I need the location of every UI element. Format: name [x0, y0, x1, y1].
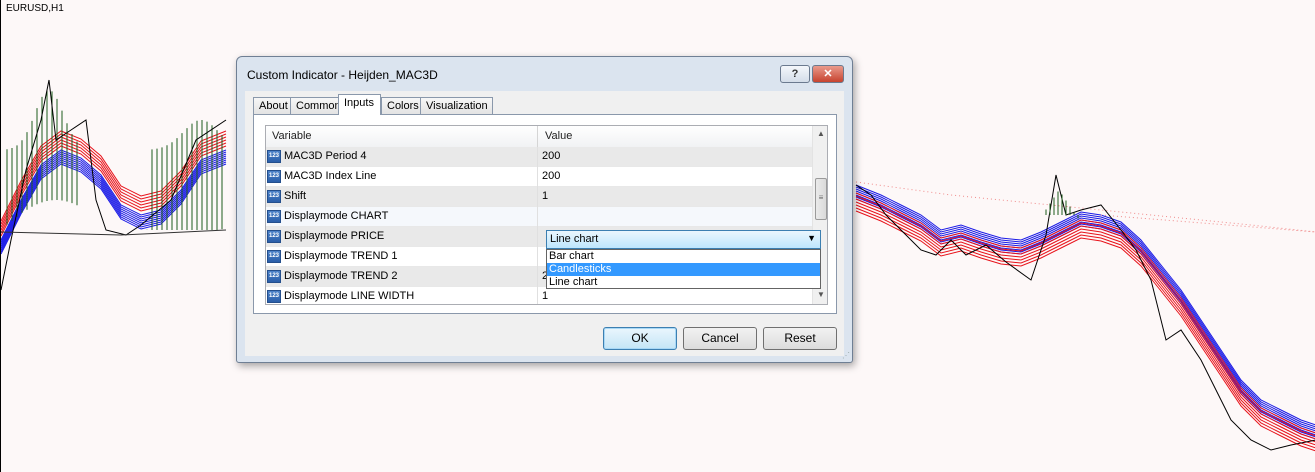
grid-header: Variable Value [266, 126, 812, 148]
parameter-icon: 123 [267, 170, 281, 183]
dropdown-option-bar-chart[interactable]: Bar chart [547, 250, 820, 263]
input-row[interactable]: 123 Displaymode LINE WIDTH 1 [266, 287, 812, 304]
cell-divider [537, 267, 538, 287]
close-button[interactable]: ✕ [812, 65, 844, 83]
row-value[interactable]: 1 [542, 190, 548, 202]
inputs-panel: Variable Value 123 MAC3D Period 4 200 12… [253, 114, 837, 314]
displaymode-chart-select[interactable]: Line chart ▼ [546, 230, 821, 249]
chart-symbol-label: EURUSD,H1 [6, 3, 64, 14]
tab-colors[interactable]: Colors [381, 97, 421, 114]
dotted-fill-line [1100, 214, 1315, 233]
custom-indicator-dialog[interactable]: Custom Indicator - Heijden_MAC3D ? ✕ Abo… [236, 56, 853, 363]
row-variable: Displaymode TREND 1 [284, 250, 398, 262]
row-variable: MAC3D Period 4 [284, 150, 367, 162]
input-row[interactable]: 123 Shift 1 [266, 187, 812, 207]
cell-divider [537, 247, 538, 267]
scroll-thumb[interactable]: ≡ [815, 178, 827, 220]
tab-visualization[interactable]: Visualization [420, 97, 493, 114]
row-value[interactable]: 200 [542, 170, 560, 182]
resize-grip-icon[interactable]: ⋰ [842, 351, 850, 360]
parameter-icon: 123 [267, 270, 281, 283]
row-value[interactable]: 200 [542, 150, 560, 162]
parameter-icon: 123 [267, 230, 281, 243]
cell-divider [537, 167, 538, 187]
ma-red-line [855, 210, 1315, 452]
parameter-icon: 123 [267, 150, 281, 163]
tab-common[interactable]: Common [290, 97, 341, 114]
row-variable: Displaymode CHART [284, 210, 389, 222]
tab-inputs[interactable]: Inputs [338, 94, 381, 115]
cell-divider [537, 187, 538, 207]
scroll-down-arrow-icon[interactable]: ▼ [813, 287, 827, 303]
cell-divider [537, 287, 538, 304]
dropdown-option-line-chart[interactable]: Line chart [547, 276, 820, 289]
tab-about[interactable]: About [253, 97, 291, 114]
parameter-icon: 123 [267, 250, 281, 263]
scroll-up-arrow-icon[interactable]: ▲ [813, 126, 827, 142]
row-variable: Shift [284, 190, 307, 202]
ok-button[interactable]: OK [603, 327, 677, 350]
dialog-client-area: About Common Inputs Colors Visualization… [245, 91, 844, 356]
cell-divider [537, 147, 538, 167]
parameter-icon: 123 [267, 210, 281, 223]
row-variable: Displaymode TREND 2 [284, 270, 398, 282]
input-row[interactable]: 123 Displaymode CHART [266, 207, 812, 227]
reset-button[interactable]: Reset [763, 327, 837, 350]
index-line [1, 229, 227, 236]
dialog-title: Custom Indicator - Heijden_MAC3D [247, 68, 438, 82]
cell-divider [537, 207, 538, 227]
row-variable: Displaymode LINE WIDTH [284, 290, 415, 302]
parameter-icon: 123 [267, 190, 281, 203]
displaymode-chart-dropdown: Bar chart Candlesticks Line chart [546, 249, 821, 289]
column-header-value[interactable]: Value [545, 130, 572, 142]
column-header-variable[interactable]: Variable [272, 130, 312, 142]
parameter-icon: 123 [267, 290, 281, 303]
row-value[interactable]: 1 [542, 290, 548, 302]
select-value: Line chart [550, 233, 599, 245]
cell-divider [537, 227, 538, 247]
row-variable: Displaymode PRICE [284, 230, 385, 242]
input-row[interactable]: 123 MAC3D Index Line 200 [266, 167, 812, 187]
input-row[interactable]: 123 MAC3D Period 4 200 [266, 147, 812, 167]
help-button[interactable]: ? [780, 65, 810, 83]
dialog-titlebar[interactable]: Custom Indicator - Heijden_MAC3D ? ✕ [237, 57, 852, 91]
column-divider[interactable] [537, 126, 538, 147]
dropdown-option-candlesticks[interactable]: Candlesticks [547, 263, 820, 276]
cancel-button[interactable]: Cancel [683, 327, 757, 350]
row-variable: MAC3D Index Line [284, 170, 377, 182]
chevron-down-icon[interactable]: ▼ [807, 233, 816, 243]
